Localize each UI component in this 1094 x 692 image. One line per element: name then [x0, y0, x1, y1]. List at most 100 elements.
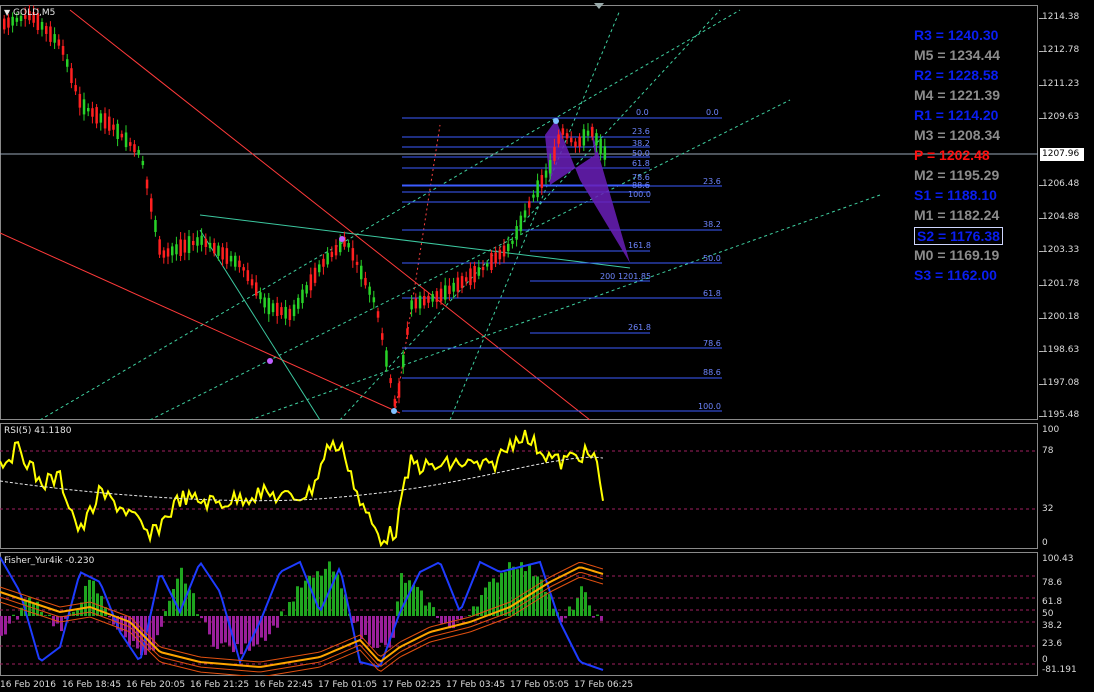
time-tick: 17 Feb 05:05 [510, 680, 570, 690]
candle-body [519, 215, 523, 232]
fisher-histogram-bar [264, 616, 267, 641]
current-price-tag: 1207.96 [1040, 148, 1084, 161]
candle-body [574, 141, 577, 147]
candle-body [267, 297, 271, 315]
candle-body [322, 258, 325, 267]
fisher-histogram-bar [84, 585, 87, 616]
fisher-histogram-bar [572, 609, 575, 616]
fisher-tick: 38.2 [1042, 621, 1063, 631]
candle-body [108, 116, 111, 131]
candle-body [15, 17, 19, 22]
candle-body [376, 311, 380, 318]
rsi-tick: 0 [1042, 538, 1048, 548]
price-tick: 1203.33 [1042, 245, 1080, 255]
candle-body [418, 295, 422, 309]
candle-body [91, 108, 94, 117]
candle-body [498, 249, 502, 260]
candle-body [599, 139, 602, 155]
candle-body [435, 291, 439, 302]
candle-body [351, 248, 355, 261]
shift-marker-icon[interactable] [594, 3, 604, 9]
fisher-histogram-bar [316, 571, 319, 616]
fisher-histogram-bar [292, 601, 295, 616]
fisher-histogram-bar [340, 588, 343, 616]
rsi-ma-line [0, 456, 604, 502]
candle-body [95, 107, 98, 124]
fisher-histogram-bar [224, 616, 227, 643]
time-tick: 16 Feb 2016 [0, 680, 57, 690]
pivot-m4: M4 = 1221.39 [914, 87, 1001, 103]
candle-body [250, 279, 254, 286]
fisher-histogram-bar [168, 600, 171, 616]
fisher-histogram-bar [276, 616, 279, 628]
fib-label: 50.0 [703, 254, 721, 263]
price-tick: 1201.78 [1042, 279, 1080, 289]
candle-body [141, 160, 145, 166]
fisher-tick: 100.43 [1042, 554, 1074, 564]
fisher-histogram-bar [324, 568, 327, 616]
fan-line [449, 9, 621, 420]
candle-body [70, 68, 73, 83]
candle-body [368, 286, 371, 295]
candle-body [313, 267, 317, 283]
fisher-histogram-bar [536, 576, 539, 616]
fisher-histogram-bar [364, 616, 367, 635]
fib-label: 88.6 [703, 368, 721, 377]
candle-body [423, 295, 426, 306]
fisher-histogram-bar [240, 616, 243, 655]
candle-body [292, 304, 296, 317]
candle-body [444, 285, 447, 300]
fisher-histogram-bar [424, 605, 427, 616]
fisher-tick: 78.6 [1042, 578, 1063, 588]
fisher-histogram-bar [444, 616, 447, 624]
candle-body [234, 255, 237, 267]
fisher-histogram-bar [492, 578, 495, 616]
fib-label: 161.8 [628, 241, 651, 250]
fisher-histogram-bar [0, 616, 3, 636]
fisher-histogram-bar [56, 616, 59, 624]
candle-body [549, 160, 552, 174]
rsi-axis: 100 78 32 0 [1039, 423, 1094, 549]
candle-body [259, 292, 262, 300]
candle-body [133, 144, 136, 153]
rsi-tick: 32 [1042, 504, 1054, 514]
candle-body [532, 194, 535, 198]
fisher-histogram-bar [76, 609, 79, 616]
fisher-histogram-bar [408, 580, 411, 616]
candle-body [410, 300, 413, 310]
price-tick: 1198.63 [1042, 345, 1080, 355]
pivot-s1: S1 = 1188.10 [914, 187, 997, 203]
fisher-histogram-bar [432, 607, 435, 616]
pivot-s3: S3 = 1162.00 [914, 267, 997, 283]
trend-line [0, 232, 401, 414]
fan-line [149, 99, 791, 420]
candle-body [192, 240, 195, 246]
candle-body [61, 46, 65, 55]
price-tick: 1195.48 [1042, 410, 1080, 420]
candle-body [208, 242, 212, 249]
fan-line [339, 9, 721, 420]
candle-body [112, 124, 115, 130]
fisher-histogram-bar [576, 598, 579, 616]
candle-body [74, 85, 77, 92]
candle-body [494, 252, 497, 264]
candle-body [78, 93, 82, 108]
price-chart-canvas [0, 5, 1038, 420]
channel-line [199, 214, 631, 269]
candle-body [334, 245, 338, 256]
candle-body [45, 26, 48, 34]
candle-body [82, 99, 86, 115]
marker-icon [339, 236, 345, 242]
candle-body [389, 378, 392, 384]
pivot-m2: M2 = 1195.29 [914, 167, 1000, 183]
candle-body [183, 239, 187, 253]
candle-body [469, 268, 472, 286]
fisher-histogram-bar [564, 616, 567, 619]
dropdown-triangle-icon[interactable]: ▼ [4, 8, 10, 17]
fib-label: 38.2 [703, 220, 721, 229]
candle-body [288, 308, 292, 321]
candle-body [301, 289, 304, 304]
candle-body [582, 129, 586, 146]
rsi-tick: 100 [1042, 425, 1060, 435]
candle-body [402, 354, 405, 368]
